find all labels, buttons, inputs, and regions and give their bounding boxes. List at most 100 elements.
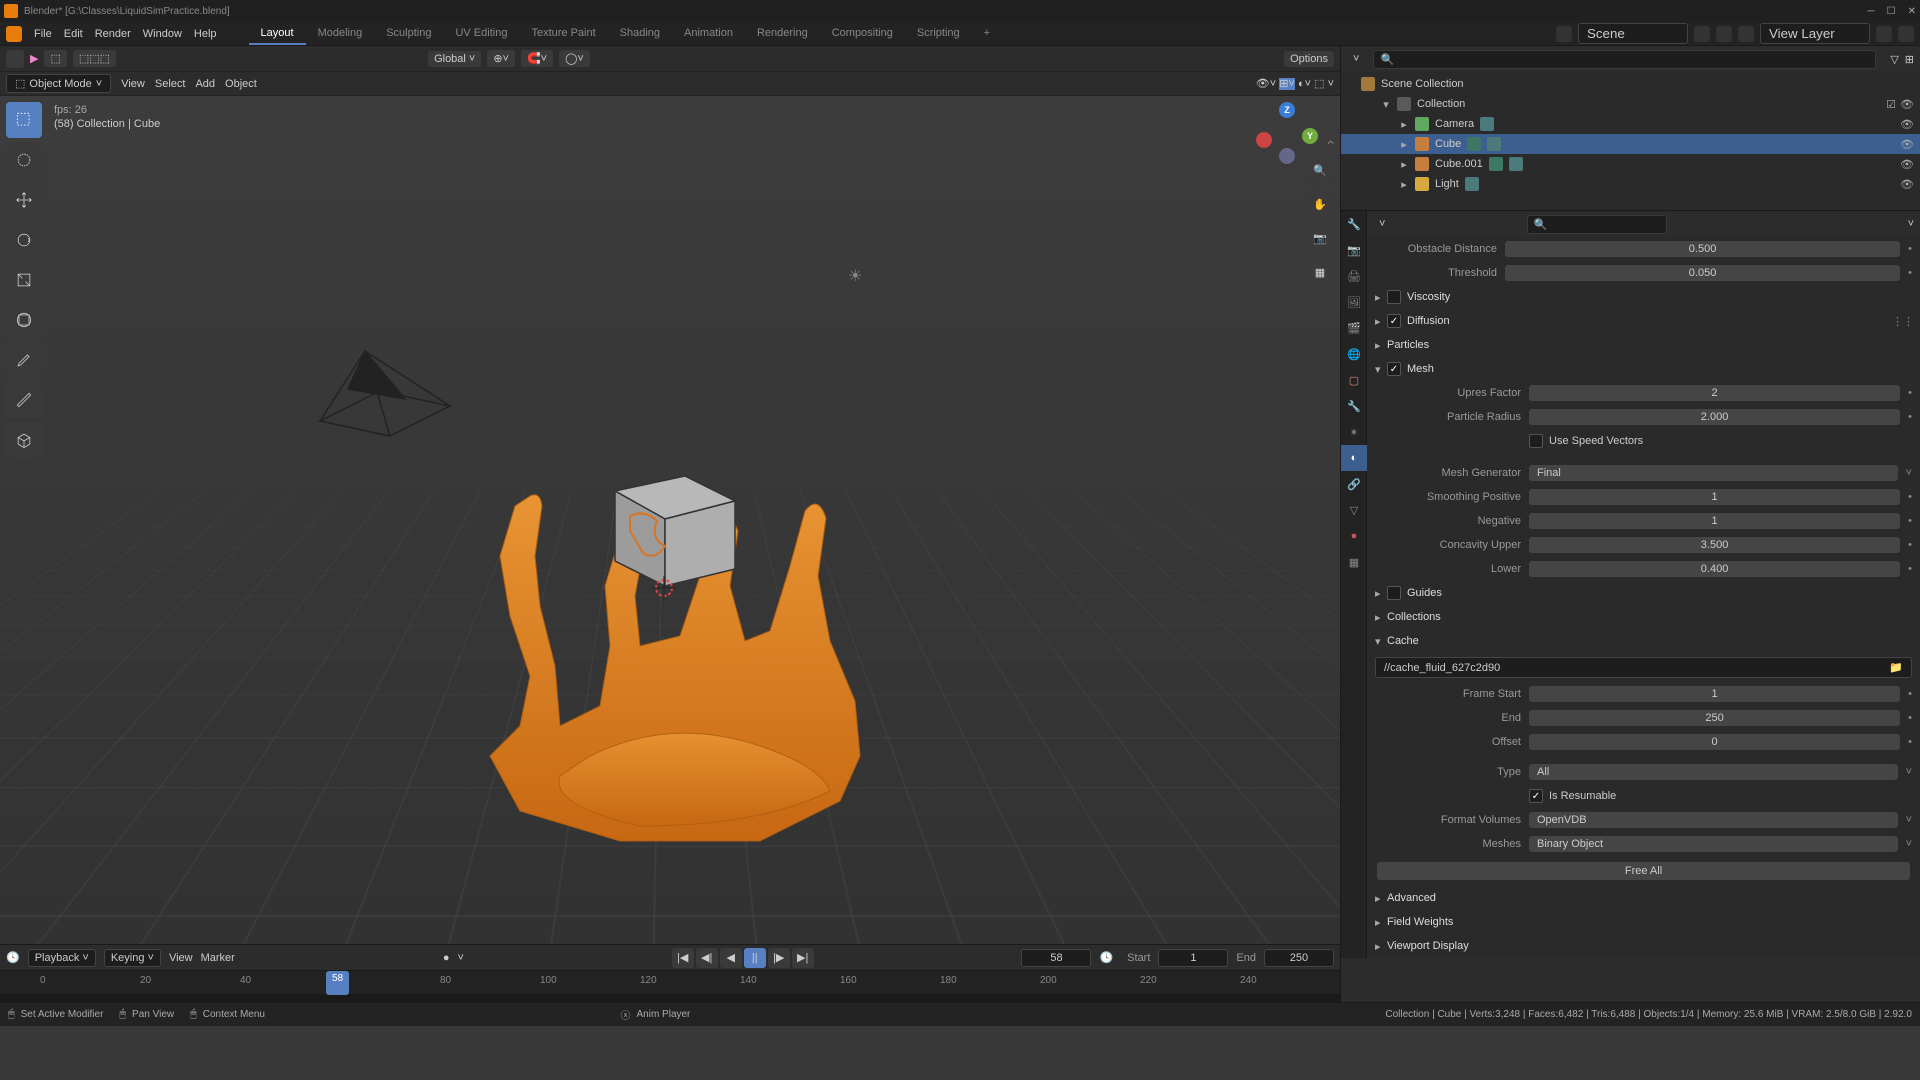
nav-gizmo[interactable]: Z Y bbox=[1256, 102, 1318, 164]
type-dropdown[interactable]: All bbox=[1529, 764, 1898, 780]
expand-icon[interactable]: ▾ bbox=[1381, 98, 1391, 111]
playhead[interactable]: 58 bbox=[326, 971, 349, 995]
panel-viscosity[interactable]: ▸ Viscosity bbox=[1367, 285, 1920, 309]
obstacle-distance-input[interactable]: 0.500 bbox=[1505, 241, 1900, 257]
outliner-item-cube[interactable]: ▸ Cube 👁 bbox=[1341, 134, 1920, 154]
panel-viewport-display[interactable]: ▸Viewport Display bbox=[1367, 934, 1920, 958]
expand-icon[interactable]: ▸ bbox=[1399, 158, 1409, 171]
gizmo-y-axis[interactable]: Y bbox=[1302, 128, 1318, 144]
mesh-data-icon[interactable] bbox=[1487, 137, 1501, 151]
tool-cursor[interactable] bbox=[6, 142, 42, 178]
frame-start-input[interactable]: 1 bbox=[1529, 686, 1900, 702]
diffusion-checkbox[interactable] bbox=[1387, 314, 1401, 328]
expand-icon[interactable]: ▸ bbox=[1399, 118, 1409, 131]
menu-add[interactable]: Add bbox=[195, 78, 215, 90]
threshold-input[interactable]: 0.050 bbox=[1505, 265, 1900, 281]
tab-layout[interactable]: Layout bbox=[249, 23, 306, 45]
modifier-icon[interactable] bbox=[1489, 157, 1503, 171]
props-search[interactable]: 🔍 bbox=[1527, 215, 1667, 234]
tab-viewlayer-icon[interactable]: 🖼 bbox=[1341, 289, 1367, 315]
tab-rendering[interactable]: Rendering bbox=[745, 23, 820, 45]
scene-browse-icon[interactable] bbox=[1556, 26, 1572, 42]
resumable-checkbox[interactable] bbox=[1529, 789, 1543, 803]
mesh-generator-dropdown[interactable]: Final bbox=[1529, 465, 1898, 481]
tab-physics-icon[interactable]: ◐ bbox=[1341, 445, 1367, 471]
panel-guides[interactable]: ▸Guides bbox=[1367, 581, 1920, 605]
mesh-checkbox[interactable] bbox=[1387, 362, 1401, 376]
tool-scale[interactable] bbox=[6, 262, 42, 298]
tab-compositing[interactable]: Compositing bbox=[820, 23, 905, 45]
viewlayer-browse-icon[interactable] bbox=[1738, 26, 1754, 42]
timeline-ruler[interactable]: 0 20 40 58 80 100 120 140 160 180 200 22… bbox=[0, 970, 1340, 994]
camera-view-icon[interactable]: 📷 bbox=[1306, 224, 1334, 252]
zoom-icon[interactable]: 🔍 bbox=[1306, 156, 1334, 184]
tab-render-icon[interactable]: 📷 bbox=[1341, 237, 1367, 263]
new-scene-icon[interactable] bbox=[1694, 26, 1710, 42]
meshes-dropdown[interactable]: Binary Object bbox=[1529, 836, 1898, 852]
tab-sculpting[interactable]: Sculpting bbox=[374, 23, 443, 45]
proportional-icon[interactable]: ◯˅ bbox=[559, 50, 590, 67]
eye-icon[interactable]: 👁 bbox=[1900, 178, 1914, 191]
expand-icon[interactable]: ▸ bbox=[1375, 339, 1387, 352]
tab-texture-paint[interactable]: Texture Paint bbox=[519, 23, 607, 45]
expand-icon[interactable]: ▸ bbox=[1399, 178, 1409, 191]
panel-field-weights[interactable]: ▸Field Weights bbox=[1367, 910, 1920, 934]
outliner-search-input[interactable] bbox=[1400, 53, 1869, 65]
timeline-scrollbar[interactable] bbox=[0, 994, 1340, 1002]
particle-radius-input[interactable]: 2.000 bbox=[1529, 409, 1900, 425]
outliner-item-cube001[interactable]: ▸ Cube.001 👁 bbox=[1341, 154, 1920, 174]
tab-world-icon[interactable]: 🌐 bbox=[1341, 341, 1367, 367]
light-object-icon[interactable]: ☀ bbox=[848, 266, 862, 286]
expand-icon[interactable]: ▾ bbox=[1375, 363, 1387, 376]
anim-dot-icon[interactable]: • bbox=[1908, 267, 1912, 279]
tab-animation[interactable]: Animation bbox=[672, 23, 745, 45]
cursor-tool-icon[interactable]: ▶ bbox=[30, 52, 38, 65]
mode-dropdown[interactable]: ⬚ Object Mode ˅ bbox=[6, 74, 111, 93]
snap-toggle-icon[interactable]: 🧲˅ bbox=[521, 50, 553, 67]
menu-file[interactable]: File bbox=[34, 28, 52, 40]
tab-scripting[interactable]: Scripting bbox=[905, 23, 972, 45]
side-panel-toggle[interactable]: ‹ bbox=[1324, 140, 1340, 145]
panel-particles[interactable]: ▸ Particles bbox=[1367, 333, 1920, 357]
tab-add[interactable]: + bbox=[972, 23, 1002, 45]
camera-data-icon[interactable] bbox=[1480, 117, 1494, 131]
pivot-icon[interactable]: ⊕˅ bbox=[487, 50, 515, 67]
tool-move[interactable] bbox=[6, 182, 42, 218]
tab-object-icon[interactable]: ▢ bbox=[1341, 367, 1367, 393]
tool-rotate[interactable] bbox=[6, 222, 42, 258]
timeline-editor-icon[interactable]: 🕓 bbox=[6, 951, 20, 964]
start-frame-input[interactable]: 1 bbox=[1158, 949, 1228, 967]
menu-edit[interactable]: Edit bbox=[64, 28, 83, 40]
current-frame-input[interactable]: 58 bbox=[1021, 949, 1091, 967]
cache-path-input[interactable]: //cache_fluid_627c2d90📁 bbox=[1375, 657, 1912, 678]
editor-type-icon[interactable] bbox=[6, 50, 24, 68]
tab-particles-icon[interactable]: ✴ bbox=[1341, 419, 1367, 445]
tool-annotate[interactable] bbox=[6, 342, 42, 378]
guides-checkbox[interactable] bbox=[1387, 586, 1401, 600]
tab-tool-icon[interactable]: 🔧 bbox=[1341, 211, 1367, 237]
outliner-item-camera[interactable]: ▸ Camera 👁 bbox=[1341, 114, 1920, 134]
frame-end-input[interactable]: 250 bbox=[1529, 710, 1900, 726]
tab-shading[interactable]: Shading bbox=[608, 23, 672, 45]
keyframe-prev-button[interactable]: ◀| bbox=[696, 948, 718, 968]
outliner-display-icon[interactable]: ˅ bbox=[1353, 53, 1359, 65]
xray-icon[interactable]: ⬚ bbox=[1314, 78, 1324, 90]
free-all-button[interactable]: Free All bbox=[1377, 862, 1910, 880]
close-viewlayer-icon[interactable] bbox=[1898, 26, 1914, 42]
tab-output-icon[interactable]: 🖨 bbox=[1341, 263, 1367, 289]
tab-modeling[interactable]: Modeling bbox=[306, 23, 375, 45]
playback-dropdown[interactable]: Playback ˅ bbox=[28, 949, 96, 967]
concavity-lower-input[interactable]: 0.400 bbox=[1529, 561, 1900, 577]
menu-view[interactable]: View bbox=[121, 78, 145, 90]
concavity-upper-input[interactable]: 3.500 bbox=[1529, 537, 1900, 553]
expand-icon[interactable]: ▸ bbox=[1375, 315, 1387, 328]
expand-icon[interactable]: ▸ bbox=[1375, 291, 1387, 304]
smoothing-pos-input[interactable]: 1 bbox=[1529, 489, 1900, 505]
outliner-collection[interactable]: ▾ Collection ☑👁 bbox=[1341, 94, 1920, 114]
panel-advanced[interactable]: ▸Advanced bbox=[1367, 886, 1920, 910]
minimize-button[interactable]: ─ bbox=[1868, 6, 1875, 17]
snap-icon[interactable]: ⬚⬚⬚ bbox=[73, 50, 116, 67]
expand-icon[interactable]: ▸ bbox=[1399, 138, 1409, 151]
tab-texture-icon[interactable]: ▦ bbox=[1341, 549, 1367, 575]
upres-input[interactable]: 2 bbox=[1529, 385, 1900, 401]
